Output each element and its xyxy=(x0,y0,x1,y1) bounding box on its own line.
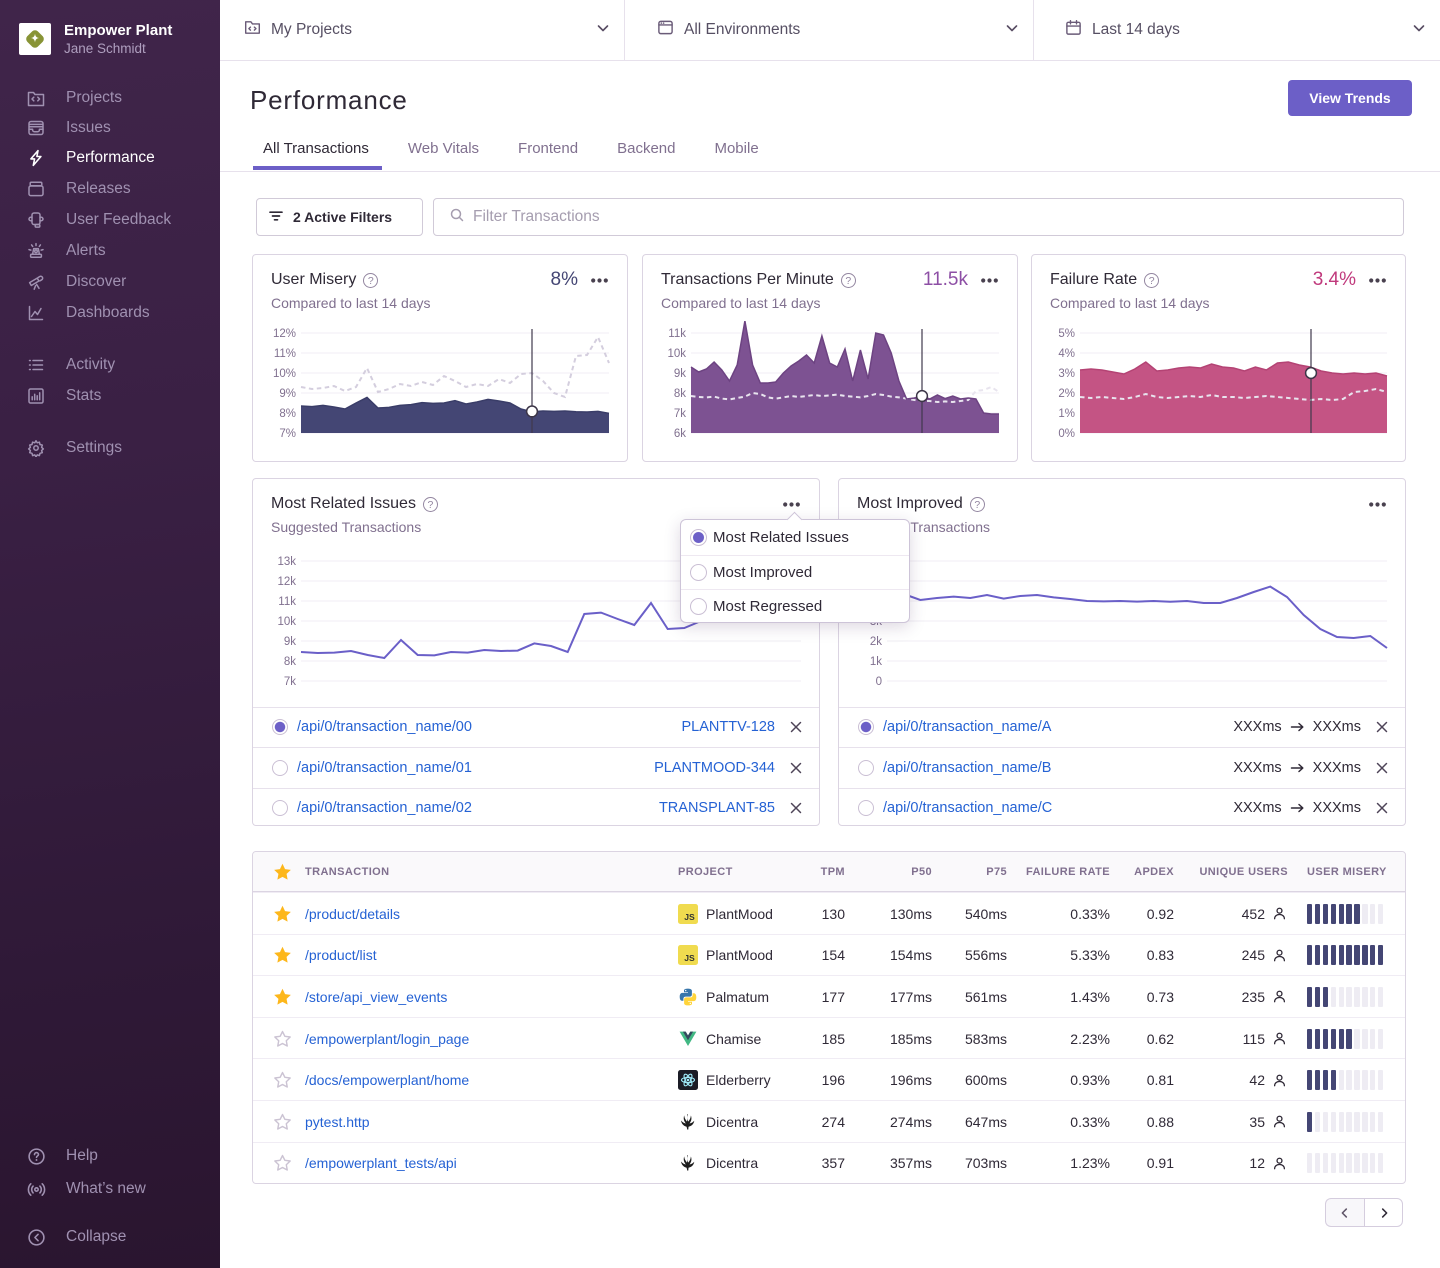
svg-text:11k: 11k xyxy=(668,328,686,340)
svg-text:0: 0 xyxy=(876,676,882,688)
svg-text:2k: 2k xyxy=(870,636,882,648)
svg-text:1%: 1% xyxy=(1058,408,1075,420)
svg-text:5%: 5% xyxy=(1058,328,1075,340)
svg-text:3%: 3% xyxy=(1058,368,1075,380)
svg-text:9%: 9% xyxy=(279,388,296,400)
svg-text:7k: 7k xyxy=(674,408,686,420)
svg-text:11k: 11k xyxy=(278,596,296,608)
svg-text:10k: 10k xyxy=(667,348,686,360)
svg-text:7k: 7k xyxy=(284,676,296,688)
svg-text:12k: 12k xyxy=(277,576,296,588)
svg-text:11%: 11% xyxy=(274,348,296,360)
svg-text:7%: 7% xyxy=(279,428,296,440)
svg-text:1k: 1k xyxy=(870,656,882,668)
svg-text:13k: 13k xyxy=(277,556,296,568)
svg-text:8k: 8k xyxy=(674,388,686,400)
svg-text:9k: 9k xyxy=(674,368,686,380)
svg-text:2%: 2% xyxy=(1058,388,1075,400)
svg-text:12%: 12% xyxy=(273,328,296,340)
svg-text:10k: 10k xyxy=(277,616,296,628)
svg-text:9k: 9k xyxy=(284,636,296,648)
svg-text:10%: 10% xyxy=(273,368,296,380)
svg-text:4%: 4% xyxy=(1058,348,1075,360)
svg-text:8k: 8k xyxy=(284,656,296,668)
svg-text:0%: 0% xyxy=(1058,428,1075,440)
svg-text:8%: 8% xyxy=(279,408,296,420)
svg-text:6k: 6k xyxy=(674,428,686,440)
